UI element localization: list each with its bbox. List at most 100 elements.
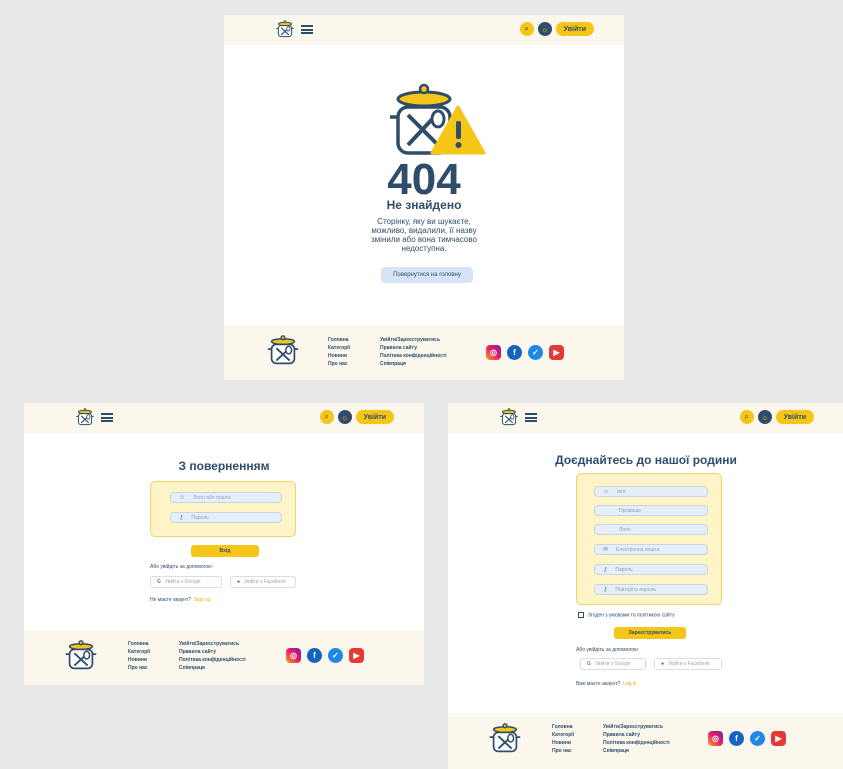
key-icon: ⚷	[179, 515, 184, 521]
password-input[interactable]: ⚷ Пароль	[594, 564, 708, 575]
name-input[interactable]: ☺ Ім'я	[594, 486, 708, 497]
footer-link-about[interactable]: Про нас	[128, 664, 150, 672]
header: ⌕ ☼ Увійти	[448, 403, 843, 433]
google-icon: G	[157, 579, 161, 585]
youtube-icon[interactable]: ▶	[349, 648, 364, 663]
footer-link-cooperation[interactable]: Співпраця	[179, 664, 246, 672]
footer-link-news[interactable]: Новини	[328, 352, 350, 360]
alt-login-text: Або увійдіть за допомогою	[150, 564, 212, 570]
search-icon[interactable]: ⌕	[519, 22, 534, 36]
instagram-icon[interactable]: ◎	[286, 648, 301, 663]
register-screen: ⌕ ☼ Увійти Доєднайтесь до нашої родини ☺…	[448, 403, 843, 769]
footer-link-rules[interactable]: Правила сайту	[179, 648, 246, 656]
footer-logo-icon[interactable]	[264, 333, 302, 371]
login-button[interactable]: Увійти	[775, 410, 814, 424]
twitter-icon[interactable]: ✓	[750, 731, 765, 746]
footer-link-home[interactable]: Головна	[328, 336, 350, 344]
facebook-icon[interactable]: f	[729, 731, 744, 746]
error-message: Сторінку, яку ви шукаєте, можливо, видал…	[371, 217, 477, 253]
instagram-icon[interactable]: ◎	[486, 345, 501, 360]
repeat-password-input[interactable]: ⚷ Повторіть пароль	[594, 584, 708, 595]
signup-link[interactable]: Sign up	[194, 597, 211, 603]
footer-link-login[interactable]: Увійти/Зареєструватись	[179, 640, 246, 648]
register-submit-button[interactable]: Зареєструватись	[614, 627, 686, 639]
instagram-icon[interactable]: ◎	[708, 731, 723, 746]
footer-link-news[interactable]: Новини	[128, 656, 150, 664]
register-title: Доєднайтесь до нашої родини	[555, 453, 737, 467]
mail-icon: ✉	[603, 547, 609, 553]
footer-link-rules[interactable]: Правила сайту	[380, 344, 447, 352]
footer-logo-icon[interactable]	[486, 721, 524, 759]
facebook-icon[interactable]: f	[307, 648, 322, 663]
header: ⌕ ☼ Увійти	[24, 403, 424, 433]
google-icon: G	[587, 661, 591, 667]
login-button[interactable]: Увійти	[355, 410, 394, 424]
footer-link-about[interactable]: Про нас	[328, 360, 350, 368]
footer: Головна Категорії Новини Про нас Увійти/…	[448, 713, 843, 769]
login-screen: ⌕ ☼ Увійти З поверненням ☺ Логін або пошт…	[24, 403, 424, 685]
footer-link-cooperation[interactable]: Співпраця	[603, 747, 670, 755]
footer: Головна Категорії Новини Про нас Увійти/…	[24, 630, 424, 685]
footer-link-home[interactable]: Головна	[128, 640, 150, 648]
theme-toggle-icon[interactable]: ☼	[537, 22, 552, 36]
facebook-icon: ●	[237, 579, 241, 585]
login-input[interactable]: Логін	[594, 524, 708, 535]
footer-link-news[interactable]: Новини	[552, 739, 574, 747]
twitter-icon[interactable]: ✓	[528, 345, 543, 360]
footer: Головна Категорії Новини Про нас Увійти/…	[224, 325, 624, 380]
terms-checkbox[interactable]	[578, 612, 584, 618]
surname-input[interactable]: Прізвище	[594, 505, 708, 516]
footer-link-privacy[interactable]: Політика конфіденційності	[179, 656, 246, 664]
key-icon: ⚷	[603, 587, 608, 593]
logo-icon[interactable]	[498, 407, 520, 429]
footer-link-login[interactable]: Увійти/Зареєструватись	[380, 336, 447, 344]
register-form: ☺ Ім'я Прізвище Логін ✉ Електронна пошта ⚷…	[576, 473, 722, 605]
login-form: ☺ Логін або пошта ⚷ Пароль	[150, 481, 296, 537]
facebook-login-button[interactable]: ● Увійти з Facebook	[654, 658, 722, 670]
footer-logo-icon[interactable]	[62, 638, 100, 676]
footer-link-home[interactable]: Головна	[552, 723, 574, 731]
logo-icon[interactable]	[274, 19, 296, 41]
key-icon: ⚷	[603, 567, 608, 573]
footer-link-login[interactable]: Увійти/Зареєструватись	[603, 723, 670, 731]
menu-icon[interactable]	[301, 25, 313, 34]
youtube-icon[interactable]: ▶	[549, 345, 564, 360]
theme-toggle-icon[interactable]: ☼	[757, 410, 772, 424]
search-icon[interactable]: ⌕	[319, 410, 334, 424]
back-home-button[interactable]: Повернутися на головну	[381, 267, 473, 283]
login-button[interactable]: Увійти	[555, 22, 594, 36]
footer-link-categories[interactable]: Категорії	[552, 731, 574, 739]
google-login-button[interactable]: G Увійти з Google	[580, 658, 646, 670]
terms-checkbox-row[interactable]: Згоден з умовами та політикою сайту	[578, 612, 675, 618]
footer-link-privacy[interactable]: Політика конфіденційності	[603, 739, 670, 747]
page-404-screen: ⌕ ☼ Увійти 404 Не знайдено Сторінку, яку…	[224, 15, 624, 380]
footer-link-cooperation[interactable]: Співпраця	[380, 360, 447, 368]
not-found-title: Не знайдено	[386, 198, 462, 212]
footer-link-rules[interactable]: Правила сайту	[603, 731, 670, 739]
signup-prompt: Не маєте акаунт? Sign up	[150, 597, 211, 603]
search-icon[interactable]: ⌕	[739, 410, 754, 424]
login-input[interactable]: ☺ Логін або пошта	[170, 492, 282, 503]
twitter-icon[interactable]: ✓	[328, 648, 343, 663]
facebook-login-button[interactable]: ● Увійти з Facebook	[230, 576, 296, 588]
pot-warning-illustration	[390, 83, 486, 155]
footer-link-categories[interactable]: Категорії	[328, 344, 350, 352]
user-icon: ☺	[179, 494, 186, 501]
footer-link-about[interactable]: Про нас	[552, 747, 574, 755]
login-prompt: Вже маєте акаунт? Log in	[576, 681, 637, 687]
signin-submit-button[interactable]: Вхід	[191, 545, 259, 557]
login-title: З поверненням	[178, 459, 270, 473]
facebook-icon[interactable]: f	[507, 345, 522, 360]
google-login-button[interactable]: G Увійти з Google	[150, 576, 222, 588]
footer-link-categories[interactable]: Категорії	[128, 648, 150, 656]
menu-icon[interactable]	[101, 413, 113, 422]
youtube-icon[interactable]: ▶	[771, 731, 786, 746]
email-input[interactable]: ✉ Електронна пошта	[594, 544, 708, 555]
facebook-icon: ●	[661, 661, 665, 667]
menu-icon[interactable]	[525, 413, 537, 422]
login-link[interactable]: Log in	[623, 681, 637, 687]
logo-icon[interactable]	[74, 407, 96, 429]
footer-link-privacy[interactable]: Політика конфіденційності	[380, 352, 447, 360]
password-input[interactable]: ⚷ Пароль	[170, 512, 282, 523]
theme-toggle-icon[interactable]: ☼	[337, 410, 352, 424]
